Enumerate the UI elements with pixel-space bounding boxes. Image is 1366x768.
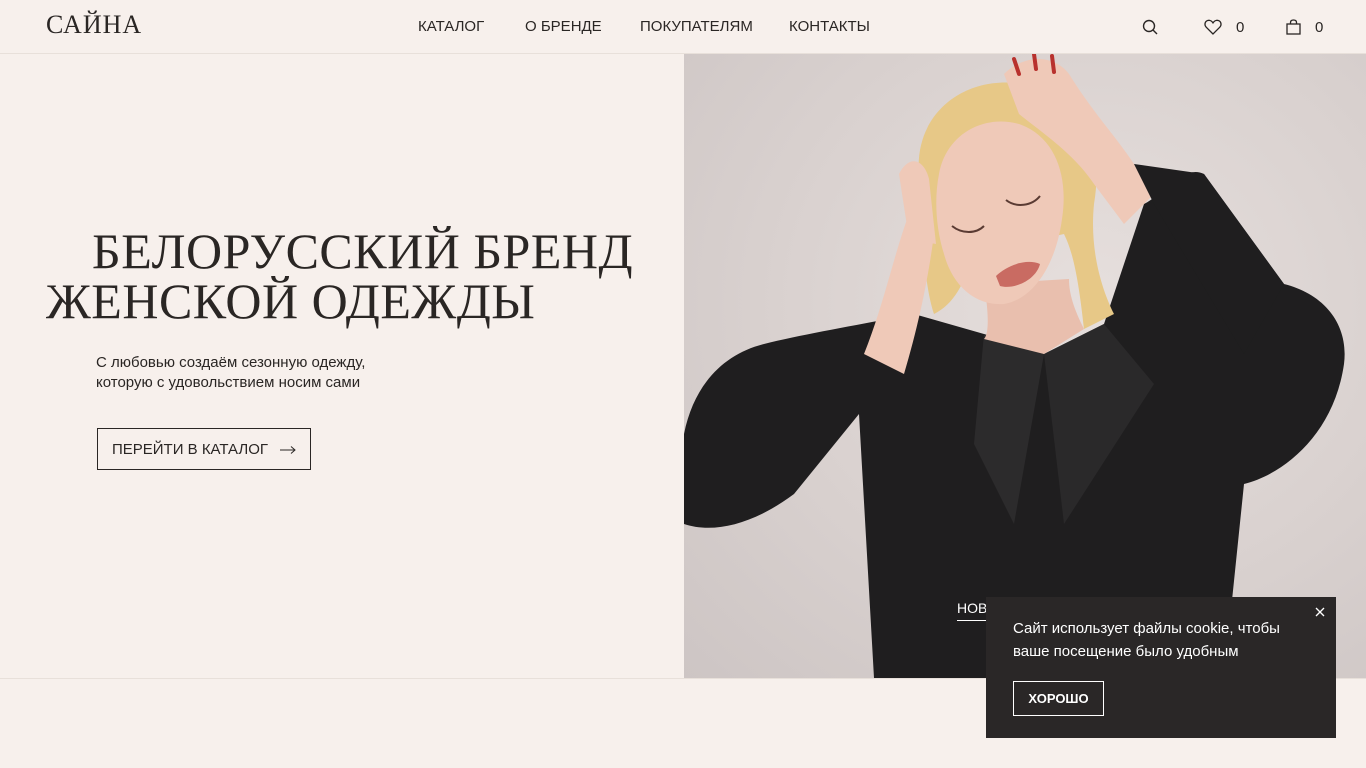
nav-contacts[interactable]: КОНТАКТЫ (789, 18, 870, 35)
model-photo-illustration (684, 54, 1345, 678)
close-icon (1315, 607, 1325, 617)
arrow-right-icon (280, 441, 296, 458)
search-icon (1142, 19, 1158, 35)
favorites-button[interactable]: 0 (1204, 18, 1244, 36)
nav-catalog[interactable]: КАТАЛОГ (418, 18, 484, 35)
site-logo[interactable]: САЙНА (46, 10, 142, 40)
hero-image: НОВ (684, 54, 1366, 678)
cookie-banner: Сайт использует файлы cookie, чтобы ваше… (986, 597, 1336, 738)
nav-about-brand[interactable]: О БРЕНДЕ (525, 18, 602, 35)
hero-subtitle: С любовью создаём сезонную одежду, котор… (96, 353, 416, 393)
close-cookie-button[interactable] (1313, 605, 1327, 619)
search-button[interactable] (1142, 18, 1158, 36)
hero-subtitle-line1: С любовью создаём сезонную одежду, (96, 354, 366, 371)
hero-title-line1: БЕЛОРУССКИЙ БРЕНД (92, 223, 634, 279)
heart-icon (1204, 19, 1222, 35)
hero-text-section: БЕЛОРУССКИЙ БРЕНД ЖЕНСКОЙ ОДЕЖДЫ С любов… (0, 54, 684, 678)
cart-button[interactable]: 0 (1286, 18, 1323, 36)
hero-title-line2: ЖЕНСКОЙ ОДЕЖДЫ (46, 273, 536, 329)
favorites-count: 0 (1236, 18, 1245, 36)
hero-title: БЕЛОРУССКИЙ БРЕНД ЖЕНСКОЙ ОДЕЖДЫ (46, 226, 666, 326)
hero-subtitle-line2: которую с удовольствием носим сами (96, 374, 361, 391)
cookie-accept-button[interactable]: ХОРОШО (1013, 681, 1104, 716)
go-to-catalog-button[interactable]: ПЕРЕЙТИ В КАТАЛОГ (97, 428, 311, 470)
site-header: САЙНА КАТАЛОГ О БРЕНДЕ ПОКУПАТЕЛЯМ КОНТА… (0, 0, 1366, 54)
new-arrivals-link[interactable]: НОВ (957, 600, 988, 621)
cart-count: 0 (1315, 18, 1324, 36)
shopping-bag-icon (1286, 19, 1301, 35)
go-to-catalog-label: ПЕРЕЙТИ В КАТАЛОГ (111, 440, 269, 458)
nav-customers[interactable]: ПОКУПАТЕЛЯМ (640, 18, 753, 35)
cookie-text: Сайт использует файлы cookie, чтобы ваше… (1013, 620, 1280, 660)
